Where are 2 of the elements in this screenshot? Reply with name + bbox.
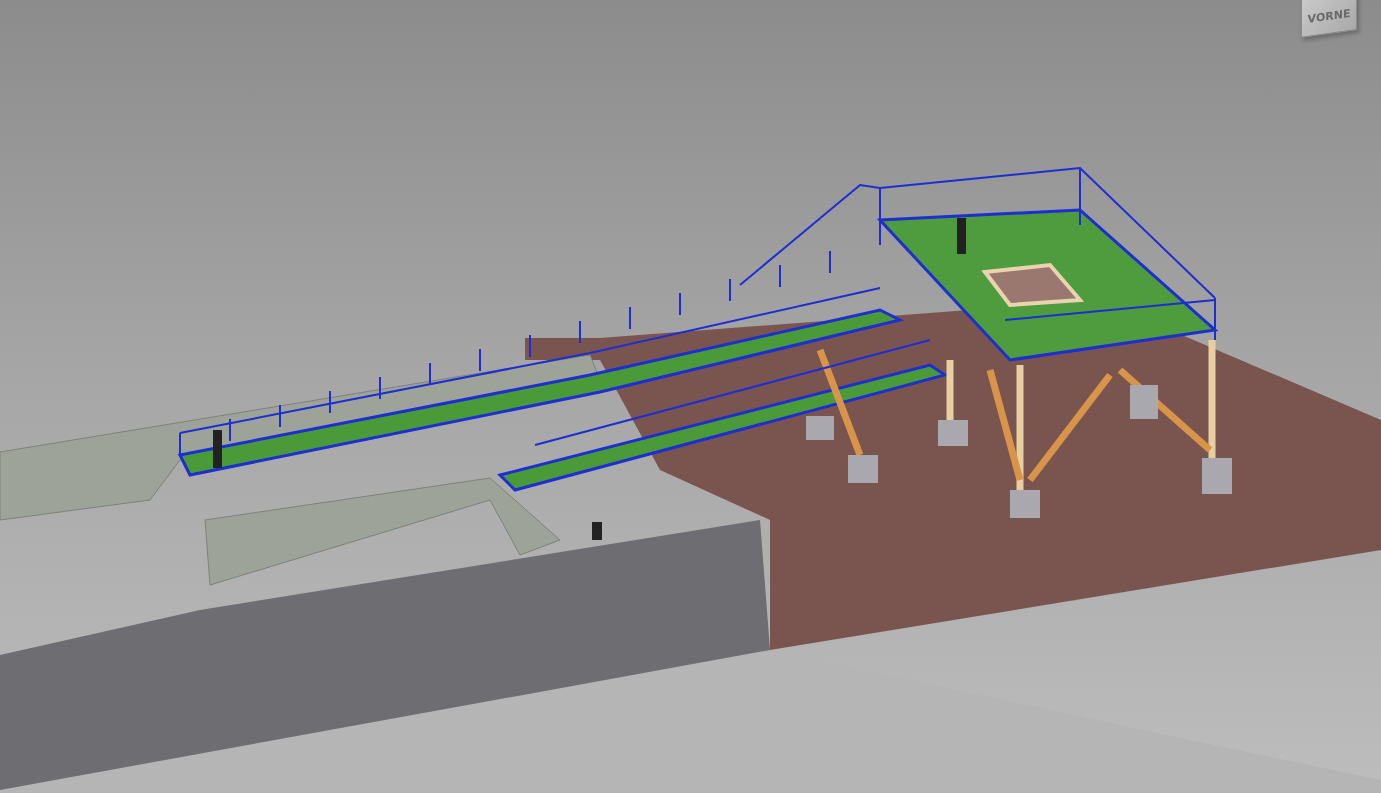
3d-viewport[interactable]: VORNE xyxy=(0,0,1381,793)
view-cube[interactable]: VORNE xyxy=(1301,0,1357,38)
